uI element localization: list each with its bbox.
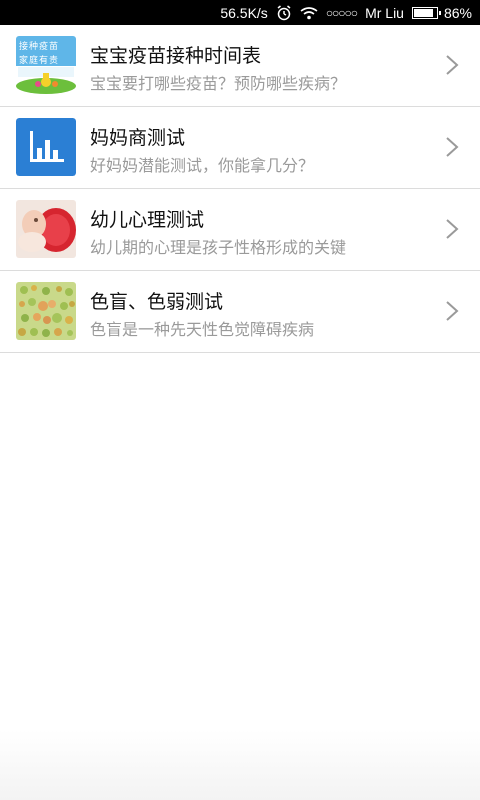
list-item-mom-quotient-test[interactable]: 妈妈商测试 好妈妈潜能测试，你能拿几分？ [0,107,480,189]
vaccine-thumbnail: 接种疫苗 家庭有责 [16,36,76,94]
list-item-subtitle: 宝宝要打哪些疫苗？预防哪些疾病？ [90,74,347,93]
chevron-right-icon [446,301,459,321]
list-item-child-psychology-test[interactable]: 幼儿心理测试 幼儿期的心理是孩子性格形成的关键 [0,189,480,271]
alarm-icon [276,4,292,21]
list-item-subtitle: 好妈妈潜能测试，你能拿几分？ [90,156,315,175]
list-item-title: 宝宝疫苗接种时间表 [90,45,262,67]
bar-chart-icon [16,118,76,176]
network-speed: 56.5K/s [220,4,268,21]
chevron-right-icon [446,137,459,157]
carrier-name: Mr Liu [365,4,404,21]
battery-icon [411,6,441,19]
wifi-icon [300,6,318,20]
bottom-fade [0,730,480,800]
list-item-subtitle: 幼儿期的心理是孩子性格形成的关键 [90,238,347,257]
color-blind-plate-thumbnail [16,282,76,340]
chevron-right-icon [446,219,459,239]
status-bar: 56.5K/s ○○○○○ Mr Liu 86% [0,0,480,25]
signal-dots-icon: ○○○○○ [325,5,358,20]
chevron-right-icon [446,55,459,75]
thumb-caption-line2: 家庭有责 [19,56,60,66]
list-item-title: 幼儿心理测试 [90,209,205,231]
list-item-title: 妈妈商测试 [90,127,186,149]
thumb-caption-line1: 接种疫苗 [19,42,60,52]
menu-list: 接种疫苗 家庭有责 宝宝疫苗接种时间表 宝宝要打哪些疫苗？预防哪些疾病？ 妈妈商… [0,25,480,353]
battery-percent: 86% [443,4,472,21]
list-item-title: 色盲、色弱测试 [90,291,224,313]
list-item-subtitle: 色盲是一种先天性色觉障碍疾病 [90,320,315,339]
list-item-color-blindness-test[interactable]: 色盲、色弱测试 色盲是一种先天性色觉障碍疾病 [0,271,480,353]
baby-photo-thumbnail [16,200,76,258]
list-item-vaccine-schedule[interactable]: 接种疫苗 家庭有责 宝宝疫苗接种时间表 宝宝要打哪些疫苗？预防哪些疾病？ [0,25,480,107]
